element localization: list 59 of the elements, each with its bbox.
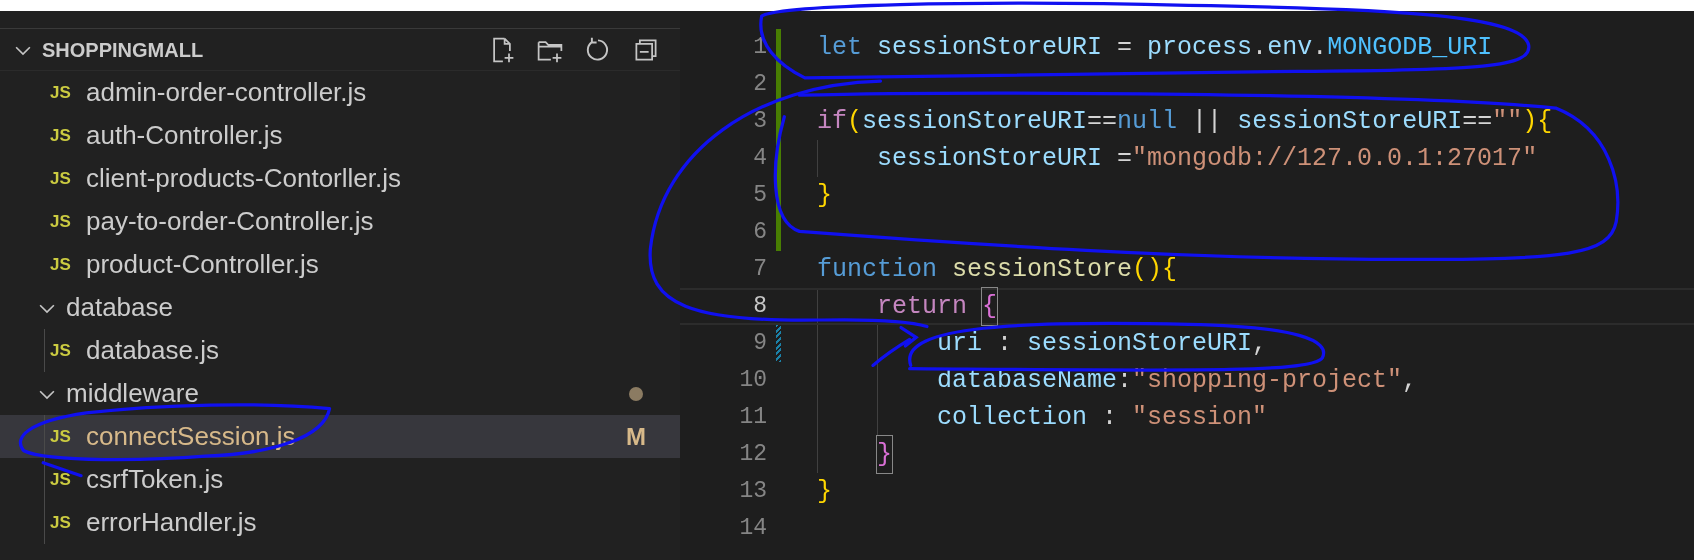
code-line: collection : "session"	[817, 399, 1268, 436]
file-row[interactable]: JS csrfToken.js	[0, 458, 680, 501]
file-name: client-products-Contorller.js	[86, 162, 401, 195]
file-type-label: JS	[50, 167, 72, 190]
code-line: }	[817, 475, 832, 508]
file-type-label: JS	[50, 511, 72, 534]
file-row[interactable]: JS errorHandler.js	[0, 501, 680, 544]
line-number: 11	[738, 403, 767, 433]
file-name: database.js	[86, 334, 219, 367]
git-status-label: M	[626, 421, 646, 452]
file-type-label: JS	[50, 425, 72, 448]
line-number: 12	[738, 440, 767, 470]
ink-arrow	[871, 325, 918, 368]
file-row[interactable]: JS pay-to-order-Controller.js	[0, 200, 680, 243]
file-type-label: JS	[50, 468, 72, 491]
file-type-label: JS	[50, 210, 72, 233]
line-number: 9	[752, 329, 767, 359]
folder-row[interactable]: database	[0, 286, 680, 329]
line-number: 6	[752, 218, 767, 248]
code-line: }	[817, 436, 892, 473]
line-number: 13	[738, 477, 767, 507]
folder-name: middleware	[66, 377, 199, 410]
file-row[interactable]: JS auth-Controller.js	[0, 114, 680, 157]
code-line: }	[817, 179, 832, 212]
file-name: product-Controller.js	[86, 248, 319, 281]
code-line: sessionStoreURI ="mongodb://127.0.0.1:27017"	[817, 140, 1538, 177]
line-number: 7	[752, 255, 767, 285]
line-number: 2	[752, 70, 767, 100]
folder-row[interactable]: middleware	[0, 372, 680, 415]
code-line: let sessionStoreURI = process.env.MONGODB_URI	[817, 31, 1493, 64]
file-row[interactable]: JS connectSession.js M	[0, 415, 680, 458]
code-line: return {	[817, 290, 998, 323]
file-name: connectSession.js	[86, 420, 296, 453]
code-line: function sessionStore(){	[817, 253, 1178, 286]
file-name: admin-order-controller.js	[86, 76, 367, 109]
line-number: 10	[738, 366, 767, 396]
code-line: databaseName:"shopping-project",	[817, 362, 1418, 399]
file-row[interactable]: JS database.js	[0, 329, 680, 372]
file-name: pay-to-order-Controller.js	[86, 205, 374, 238]
line-number: 3	[752, 107, 767, 137]
folder-name: database	[66, 291, 173, 324]
line-number: 4	[752, 144, 767, 174]
explorer-title[interactable]: SHOPPINGMALL	[42, 34, 204, 65]
file-type-label: JS	[50, 253, 72, 276]
file-type-label: JS	[50, 339, 72, 362]
line-number: 1	[752, 33, 767, 63]
file-row[interactable]: JS product-Controller.js	[0, 243, 680, 286]
code-line: uri : sessionStoreURI,	[817, 325, 1268, 362]
file-row[interactable]: JS admin-order-controller.js	[0, 71, 680, 114]
file-name: errorHandler.js	[86, 506, 257, 539]
line-number: 14	[738, 514, 767, 544]
code-line: if(sessionStoreURI==null || sessionStoreURI==""){	[817, 105, 1553, 138]
file-row[interactable]: JS client-products-Contorller.js	[0, 157, 680, 200]
file-type-label: JS	[50, 124, 72, 147]
line-number: 5	[752, 181, 767, 211]
line-number: 8	[752, 292, 767, 322]
file-name: auth-Controller.js	[86, 119, 283, 152]
file-name: csrfToken.js	[86, 463, 224, 496]
file-type-label: JS	[50, 81, 72, 104]
